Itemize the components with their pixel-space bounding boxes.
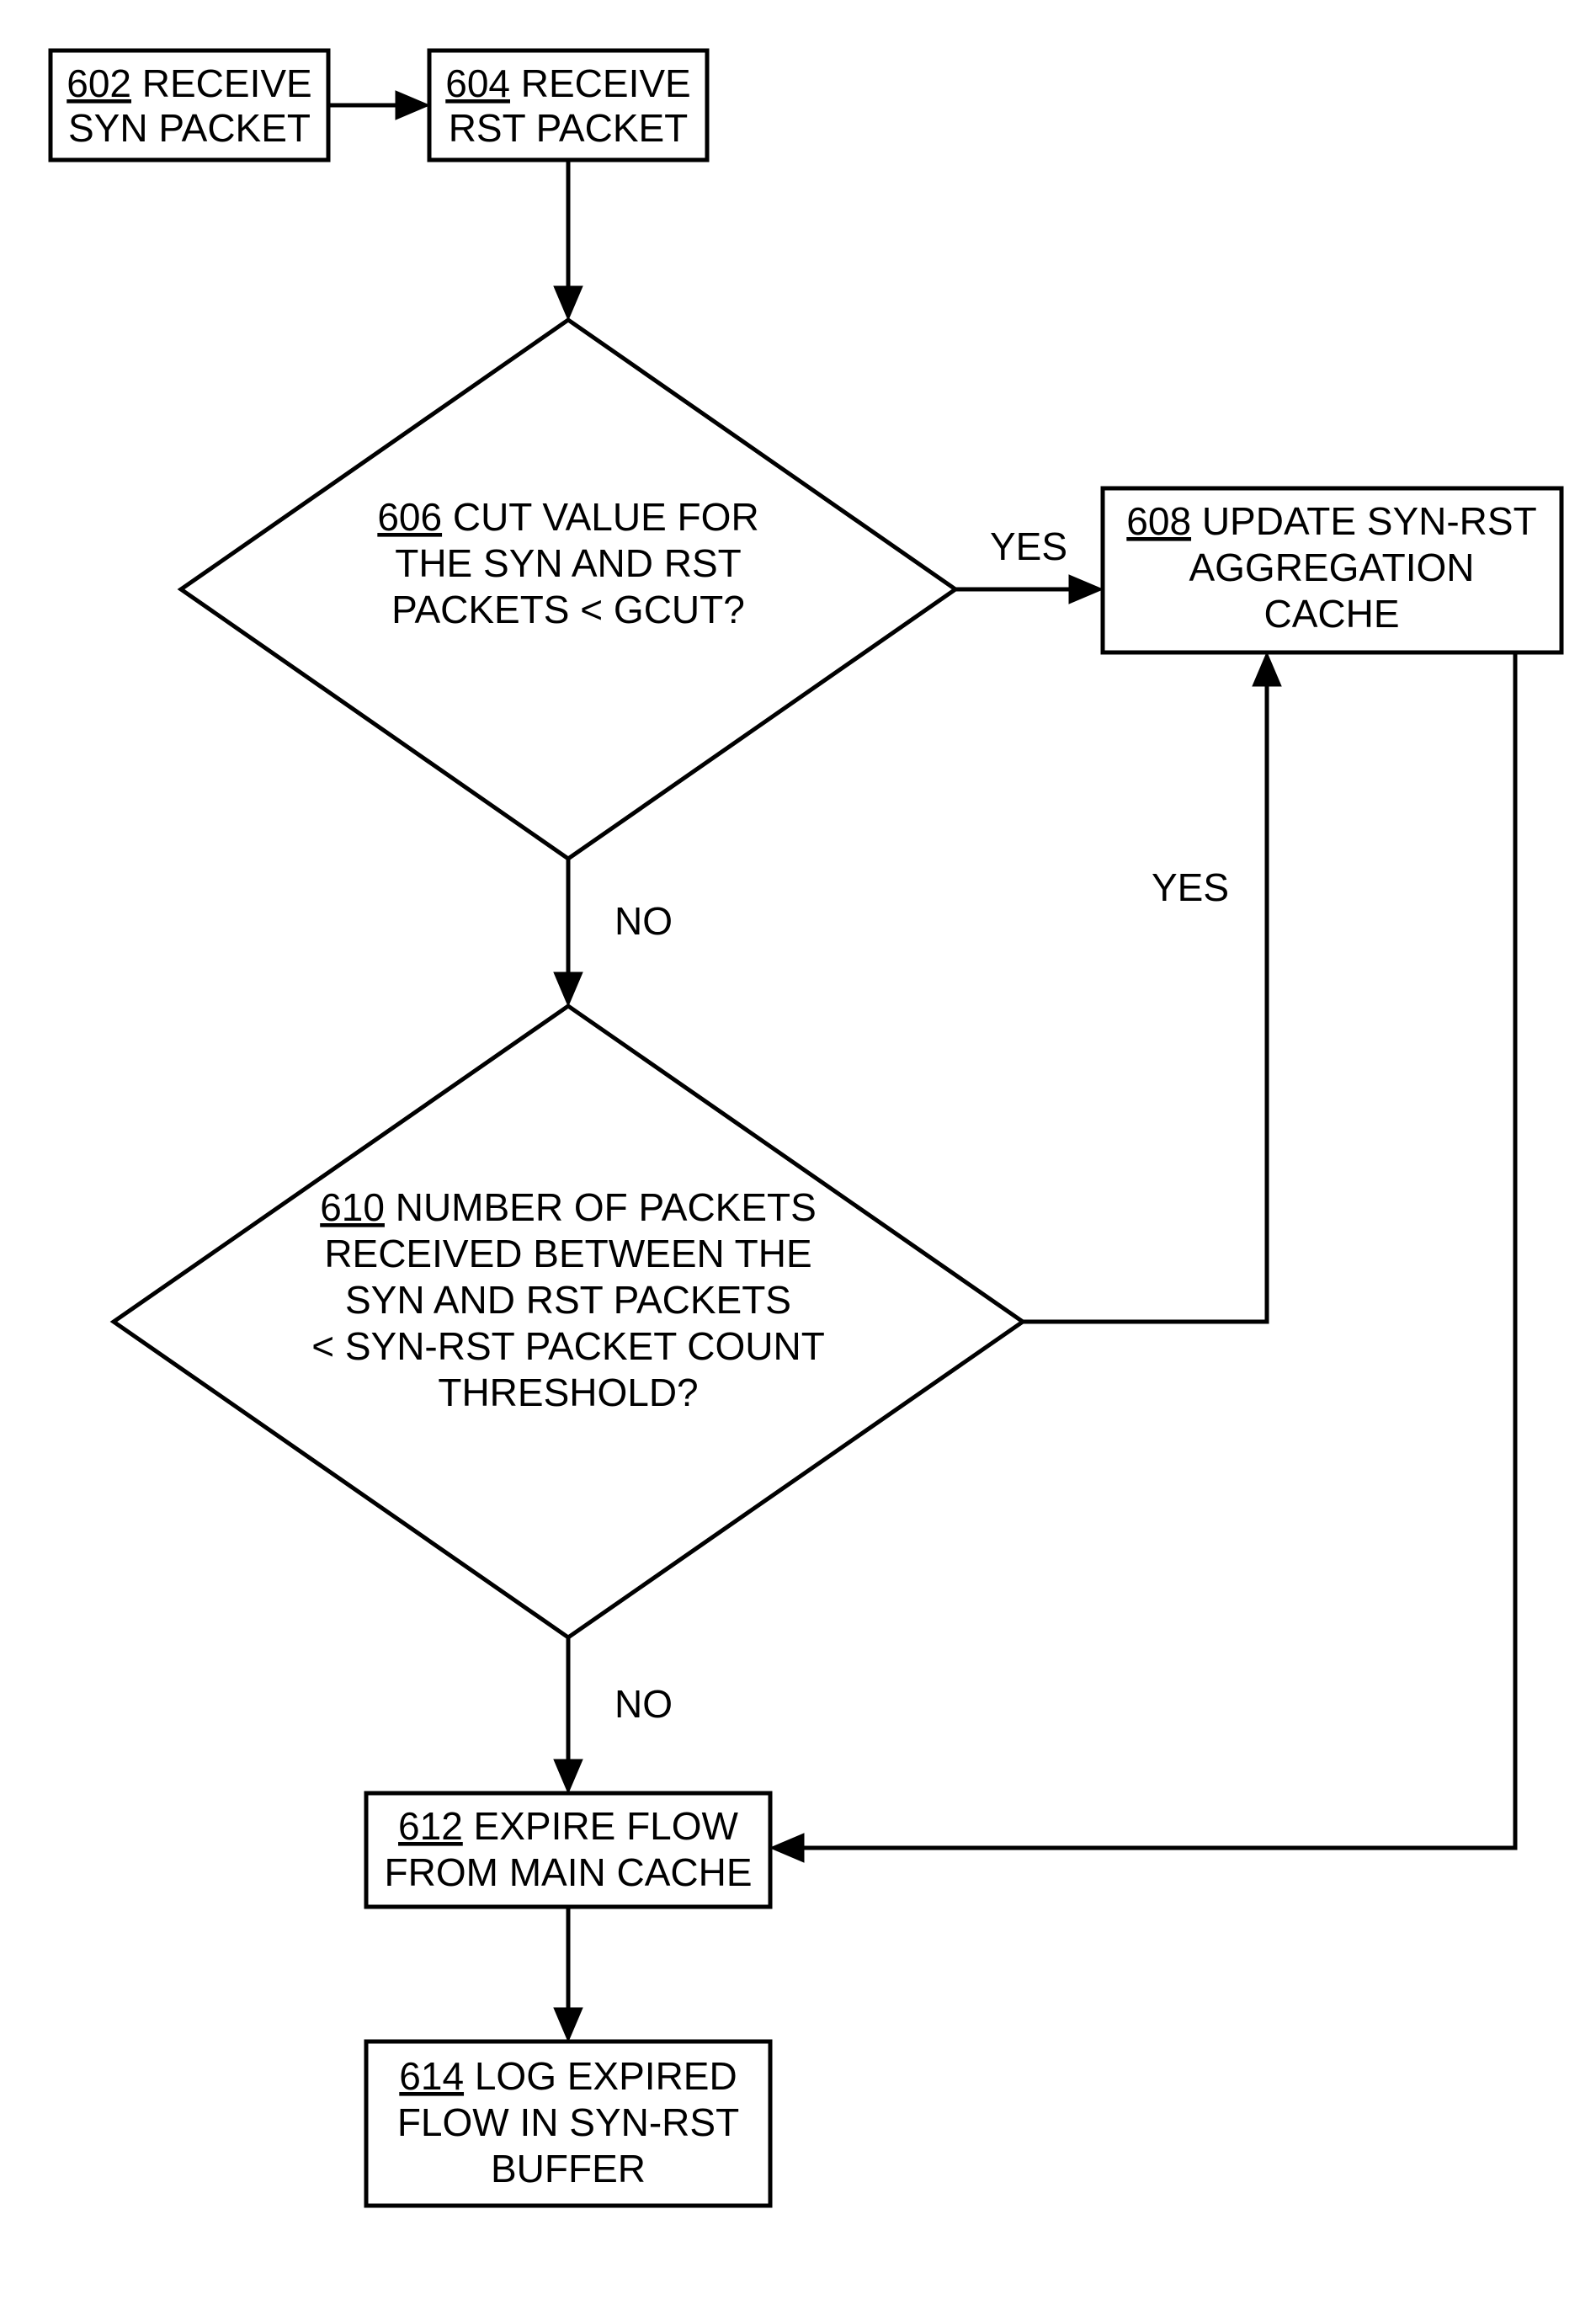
step-number: 604 (445, 61, 510, 105)
step-number: 602 (66, 61, 131, 105)
node-614-log-expired: 614 LOG EXPIRED FLOW IN SYN-RST BUFFER (366, 2041, 770, 2206)
edge-602-to-604 (328, 91, 429, 120)
step-text: < SYN-RST PACKET COUNT (311, 1324, 825, 1368)
step-text: CACHE (1264, 592, 1399, 636)
node-604-receive-rst: 604 RECEIVE RST PACKET (429, 51, 707, 160)
step-number: 614 (399, 2054, 464, 2098)
step-text: THE SYN AND RST (395, 541, 742, 585)
svg-text:602 RECEIVE: 602 RECEIVE (66, 61, 311, 105)
svg-text:610 NUMBER OF PACKETS: 610 NUMBER OF PACKETS (320, 1185, 817, 1229)
step-text: RECEIVED BETWEEN THE (324, 1232, 811, 1275)
step-text: BUFFER (491, 2147, 646, 2191)
node-606-cut-value-decision: 606 CUT VALUE FOR THE SYN AND RST PACKET… (181, 320, 955, 859)
step-text: CUT VALUE FOR (442, 495, 759, 539)
edge-label-yes: YES (990, 524, 1067, 568)
step-text: RECEIVE (510, 61, 691, 105)
edge-606-yes-to-608: YES (955, 524, 1103, 604)
step-number: 610 (320, 1185, 385, 1229)
step-text: UPDATE SYN-RST (1191, 499, 1537, 543)
svg-text:614 LOG EXPIRED: 614 LOG EXPIRED (399, 2054, 737, 2098)
edge-label-no: NO (614, 899, 673, 943)
node-610-packet-count-decision: 610 NUMBER OF PACKETS RECEIVED BETWEEN T… (114, 1006, 1023, 1637)
edge-label-yes: YES (1152, 865, 1229, 909)
step-text: FLOW IN SYN-RST (397, 2100, 739, 2144)
svg-text:606 CUT VALUE FOR: 606 CUT VALUE FOR (377, 495, 758, 539)
step-text: LOG EXPIRED (464, 2054, 737, 2098)
step-text: SYN PACKET (68, 106, 311, 150)
node-612-expire-flow: 612 EXPIRE FLOW FROM MAIN CACHE (366, 1793, 770, 1907)
svg-text:604 RECEIVE: 604 RECEIVE (445, 61, 690, 105)
edge-612-to-614 (554, 1907, 583, 2041)
step-text: AGGREGATION (1189, 546, 1474, 589)
step-number: 612 (398, 1804, 463, 1848)
edge-label-no: NO (614, 1682, 673, 1726)
edge-606-no-to-610: NO (554, 859, 673, 1006)
step-text: FROM MAIN CACHE (385, 1850, 753, 1894)
step-number: 606 (377, 495, 442, 539)
step-text: EXPIRE FLOW (463, 1804, 739, 1848)
edge-610-no-to-612: NO (554, 1637, 673, 1793)
step-text: RECEIVE (131, 61, 312, 105)
step-text: NUMBER OF PACKETS (385, 1185, 817, 1229)
step-number: 608 (1126, 499, 1191, 543)
step-text: THRESHOLD? (438, 1371, 698, 1414)
flowchart: 602 RECEIVE SYN PACKET 604 RECEIVE RST P… (0, 0, 1596, 2305)
svg-text:612 EXPIRE FLOW: 612 EXPIRE FLOW (398, 1804, 738, 1848)
edge-604-to-606 (554, 160, 583, 320)
edge-610-yes-to-608: YES (1023, 652, 1281, 1322)
node-602-receive-syn: 602 RECEIVE SYN PACKET (51, 51, 328, 160)
node-608-update-cache: 608 UPDATE SYN-RST AGGREGATION CACHE (1103, 488, 1561, 652)
step-text: RST PACKET (449, 106, 689, 150)
step-text: PACKETS < GCUT? (391, 588, 745, 631)
svg-text:608 UPDATE SYN-RST: 608 UPDATE SYN-RST (1126, 499, 1536, 543)
step-text: SYN AND RST PACKETS (345, 1278, 791, 1322)
